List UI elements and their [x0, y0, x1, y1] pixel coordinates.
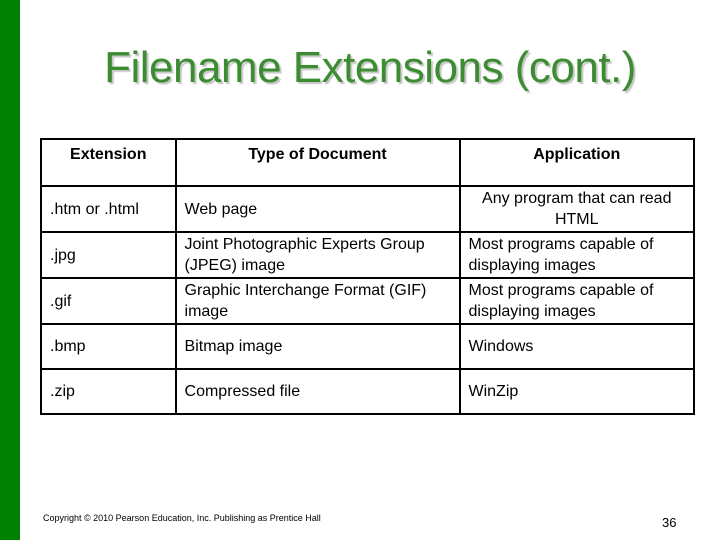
- table-header-row: Extension Type of Document Application: [40, 138, 695, 187]
- table-row: .bmp Bitmap image Windows: [40, 323, 695, 370]
- page-number: 36: [662, 515, 677, 530]
- cell-application: WinZip: [458, 368, 695, 415]
- accent-sidebar: [0, 0, 20, 540]
- cell-type: Joint Photographic Experts Group (JPEG) …: [174, 231, 461, 279]
- header-extension: Extension: [40, 138, 177, 187]
- header-application: Application: [458, 138, 695, 187]
- table-row: .gif Graphic Interchange Format (GIF) im…: [40, 277, 695, 325]
- cell-application: Any program that can read HTML: [458, 185, 695, 233]
- cell-extension: .jpg: [40, 231, 177, 279]
- header-type: Type of Document: [174, 138, 461, 187]
- extensions-table: Extension Type of Document Application .…: [40, 138, 695, 415]
- table-row: .zip Compressed file WinZip: [40, 368, 695, 415]
- table-row: .jpg Joint Photographic Experts Group (J…: [40, 231, 695, 279]
- copyright-footer: Copyright © 2010 Pearson Education, Inc.…: [43, 513, 321, 523]
- cell-extension: .zip: [40, 368, 177, 415]
- cell-application: Most programs capable of displaying imag…: [458, 231, 695, 279]
- slide-title: Filename Extensions (cont.): [104, 43, 636, 92]
- cell-extension: .bmp: [40, 323, 177, 370]
- cell-extension: .gif: [40, 277, 177, 325]
- table-row: .htm or .html Web page Any program that …: [40, 185, 695, 233]
- cell-application: Most programs capable of displaying imag…: [458, 277, 695, 325]
- cell-type: Web page: [174, 185, 461, 233]
- cell-application: Windows: [458, 323, 695, 370]
- cell-type: Compressed file: [174, 368, 461, 415]
- cell-type: Bitmap image: [174, 323, 461, 370]
- cell-type: Graphic Interchange Format (GIF) image: [174, 277, 461, 325]
- cell-extension: .htm or .html: [40, 185, 177, 233]
